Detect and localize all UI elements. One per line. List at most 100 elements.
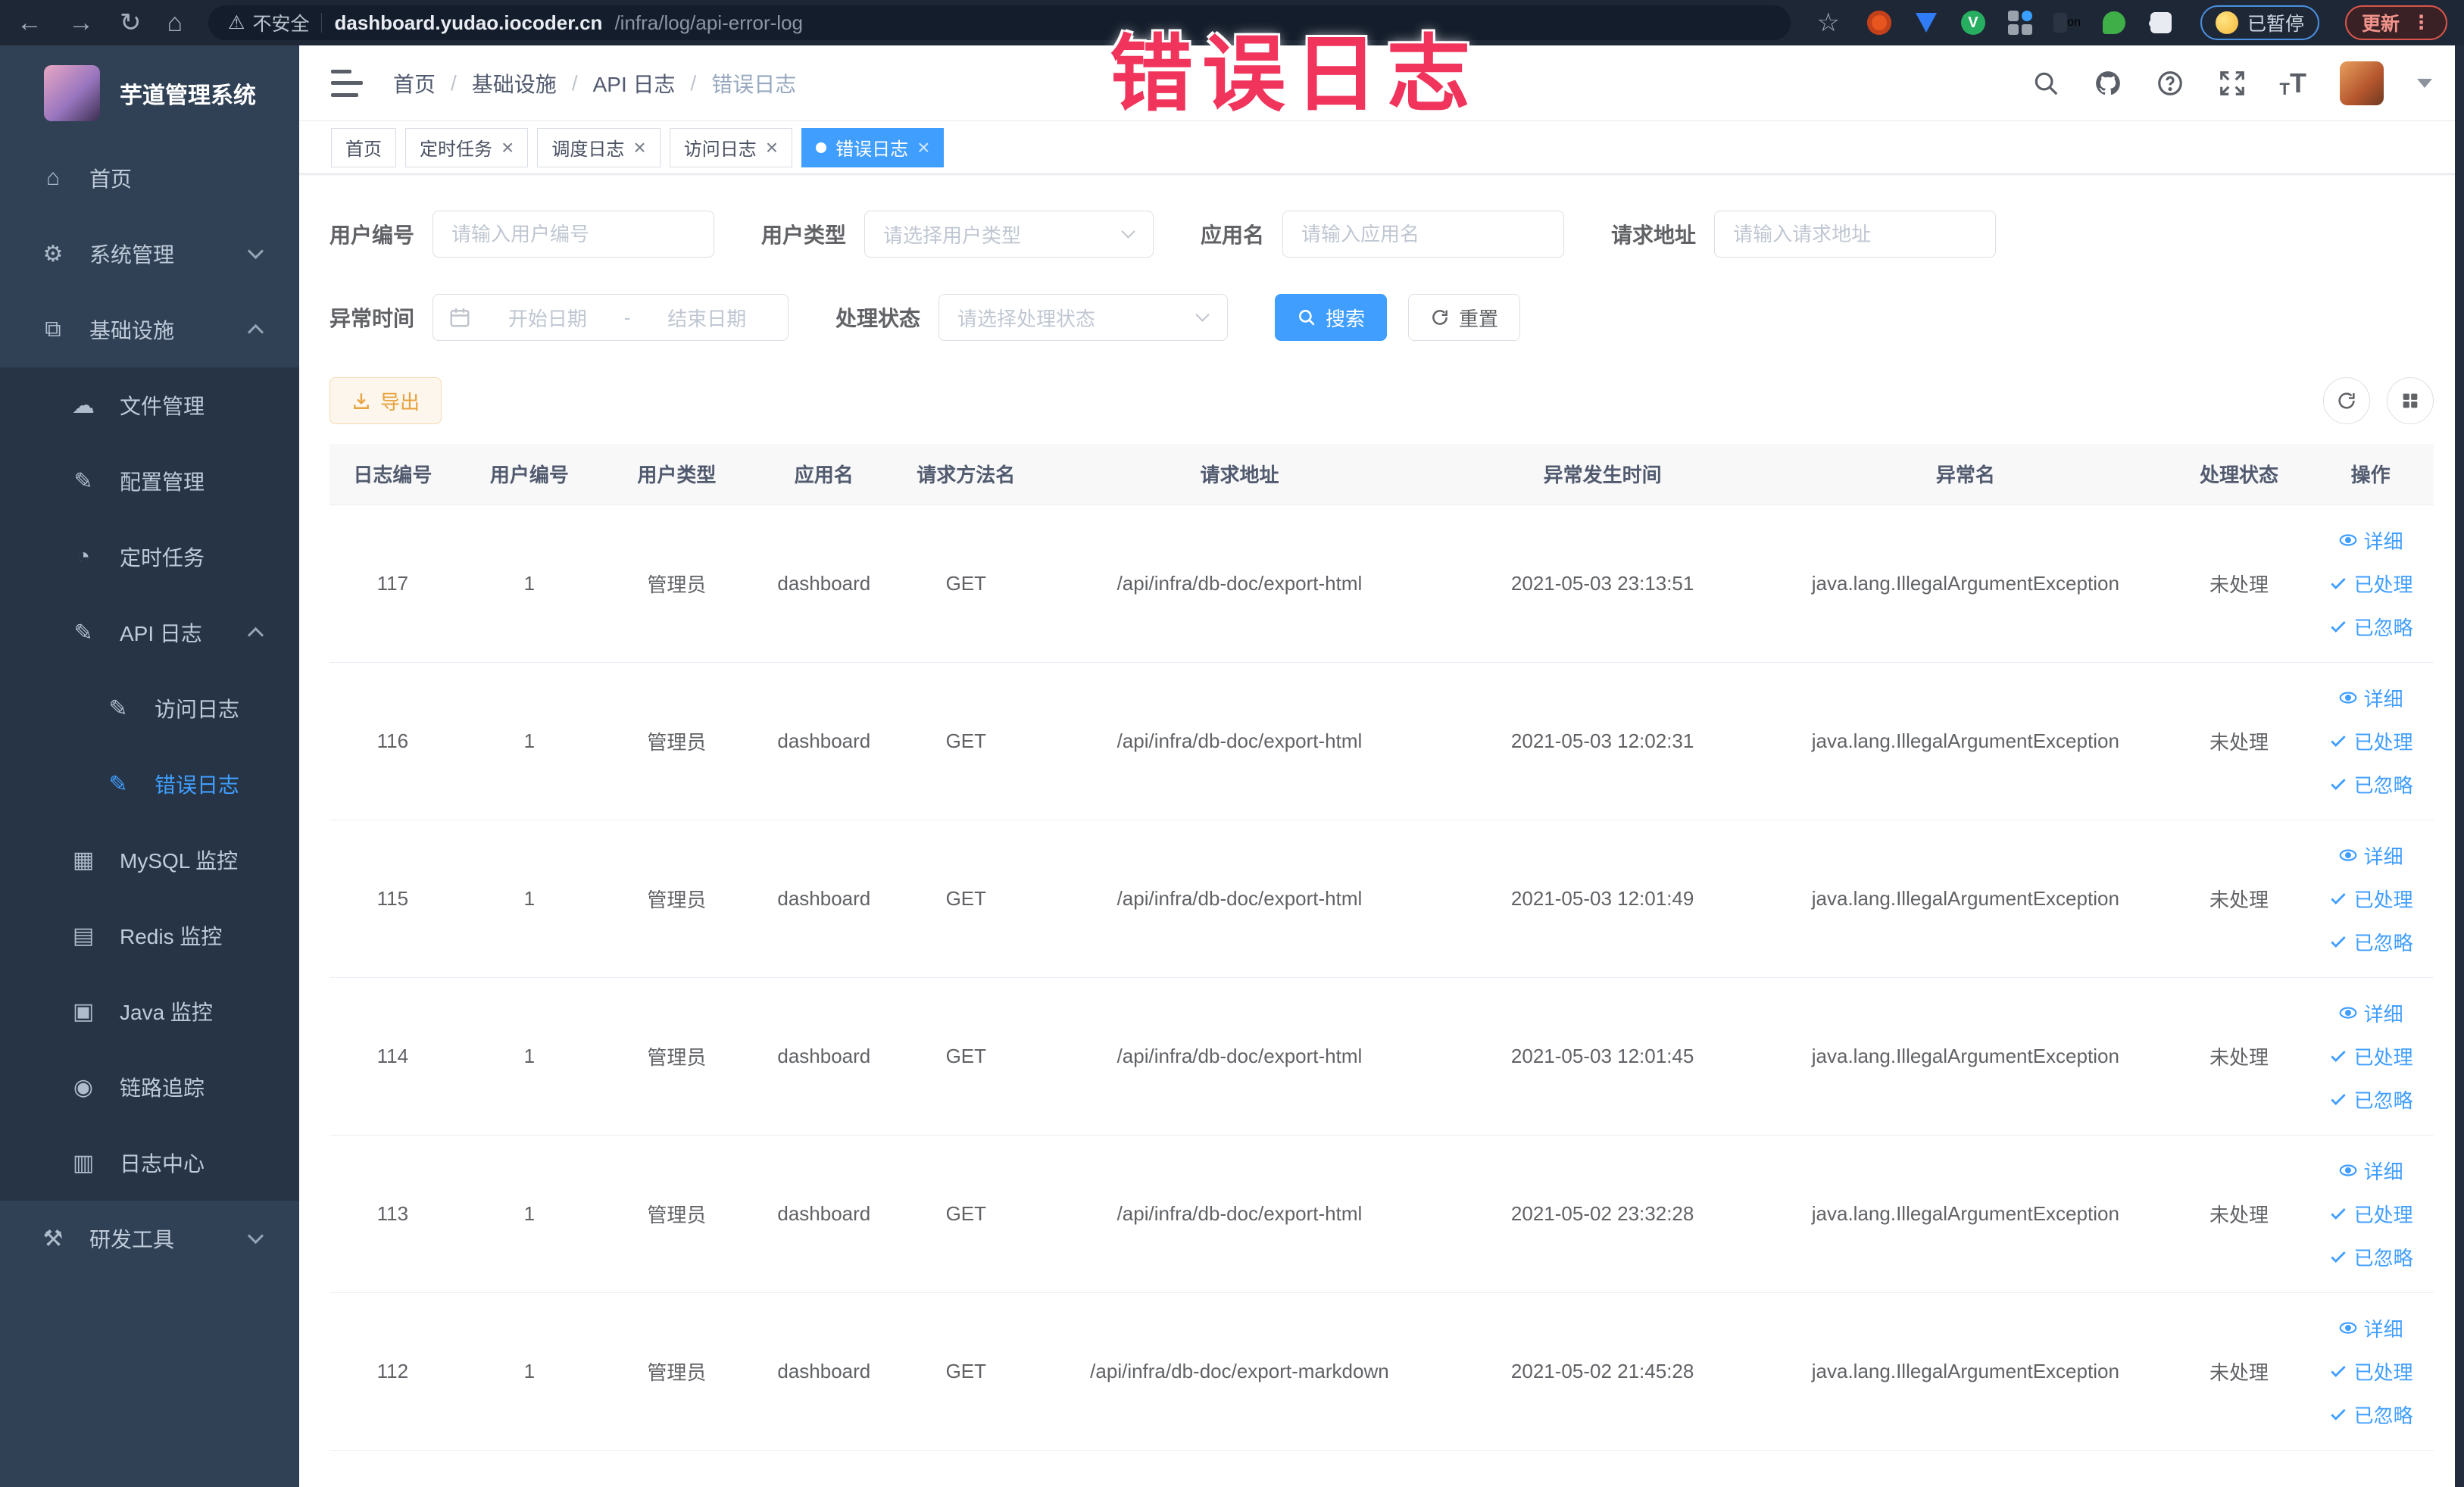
browser-update-button[interactable]: 更新 ⋮ [2344,5,2447,40]
cell-method: GET [898,1135,1035,1293]
sidebar-item-api-log[interactable]: ✎ API 日志 [0,595,299,670]
ignored-link[interactable]: 已忽略 [2328,770,2413,798]
breadcrumb-item[interactable]: 基础设施 [472,68,557,98]
app-name-input[interactable] [1282,211,1565,258]
cell-time: 2021-05-03 23:13:51 [1444,505,1760,663]
back-icon[interactable]: ← [17,10,42,36]
reload-icon[interactable]: ↻ [120,10,142,36]
sidebar-item-system-mgmt[interactable]: ⚙ 系统管理 [0,216,299,292]
ignored-link[interactable]: 已忽略 [2328,1401,2413,1429]
processed-link[interactable]: 已处理 [2328,1357,2413,1385]
table-row: 112 1 管理员 dashboard GET/api/infra/db-doc/exp… [329,1292,2434,1451]
avatar-caret-icon[interactable] [2417,78,2432,88]
app-logo[interactable]: 芋道管理系统 [0,45,299,140]
processed-link[interactable]: 已处理 [2328,885,2413,913]
sidebar-item-file-mgmt[interactable]: ☁ 文件管理 [0,367,299,443]
cell-user_id: 1 [455,977,604,1136]
tab-定时任务[interactable]: 定时任务 × [405,127,529,167]
extension-icon-blue[interactable] [1913,9,1940,36]
breadcrumb-item[interactable]: 首页 [393,68,436,98]
detail-link[interactable]: 详细 [2338,1314,2403,1342]
detail-link[interactable]: 详细 [2338,526,2403,555]
user-type-select[interactable]: 请选择用户类型 [864,211,1154,258]
filter-user-id: 用户编号 [329,211,715,258]
refresh-table-button[interactable] [2323,377,2370,424]
user-id-input[interactable] [433,211,715,258]
ignored-link[interactable]: 已忽略 [2328,928,2413,956]
sidebar-item-mysql-monitor[interactable]: ▦ MySQL 监控 [0,822,299,898]
search-button[interactable]: 搜索 [1275,294,1388,341]
chevron-down-icon [1195,308,1210,322]
extension-icon-orange[interactable] [1866,9,1893,36]
cell-id: 114 [329,977,456,1136]
end-date-placeholder[interactable]: 结束日期 [641,304,773,332]
processed-link[interactable]: 已处理 [2328,570,2413,598]
extension-icon-grid[interactable] [2006,9,2034,36]
sidebar-item-infrastructure[interactable]: ⧉ 基础设施 [0,292,299,367]
close-tab-icon[interactable]: × [633,136,645,158]
processed-link[interactable]: 已处理 [2328,1200,2413,1228]
address-bar[interactable]: ⚠ 不安全 dashboard.yudao.iocoder.cn /infra/… [208,5,1791,40]
close-tab-icon[interactable]: × [501,136,514,158]
detail-link[interactable]: 详细 [2338,684,2403,712]
cell-user_type: 管理员 [603,505,751,663]
breadcrumb-item[interactable]: API 日志 [593,68,676,98]
ignored-link[interactable]: 已忽略 [2328,613,2413,641]
tab-首页[interactable]: 首页 [331,127,396,167]
process-status-select[interactable]: 请选择处理状态 [938,294,1229,341]
kebab-menu-icon[interactable]: ⋮ [2412,11,2431,34]
processed-link[interactable]: 已处理 [2328,727,2413,755]
sidebar-item-access-log[interactable]: ✎ 访问日志 [0,670,299,746]
sidebar-item-home[interactable]: ⌂ 首页 [0,140,299,216]
sidebar-item-redis-monitor[interactable]: ▤ Redis 监控 [0,898,299,973]
cell-method: GET [898,820,1035,978]
browser-home-icon[interactable]: ⌂ [167,10,183,36]
ignored-link[interactable]: 已忽略 [2328,1086,2413,1114]
date-range-picker[interactable]: 开始日期 - 结束日期 [433,294,789,341]
export-button[interactable]: 导出 [329,377,442,424]
hamburger-icon[interactable] [331,69,363,97]
ignored-link[interactable]: 已忽略 [2328,1243,2413,1271]
start-date-placeholder[interactable]: 开始日期 [482,304,614,332]
column-header: 应用名 [750,444,898,505]
reset-button[interactable]: 重置 [1408,294,1521,341]
cell-app: dashboard [750,820,898,978]
extension-icon-on-badge[interactable]: on [2053,9,2081,36]
tab-访问日志[interactable]: 访问日志 × [669,127,793,167]
cell-exception: java.lang.IllegalArgumentException [1760,1292,2171,1451]
tools-icon: ⚒ [42,1226,64,1251]
sidebar-item-error-log[interactable]: ✎ 错误日志 [0,746,299,822]
detail-link[interactable]: 详细 [2338,999,2403,1027]
cell-user_id: 1 [455,505,604,663]
detail-link[interactable]: 详细 [2338,1157,2403,1185]
page-scrollbar[interactable] [2455,45,2464,1487]
tab-错误日志[interactable]: 错误日志 × [801,127,945,167]
cell-status: 未处理 [2170,662,2308,820]
font-size-icon[interactable]: TT [2280,67,2306,99]
sidebar-item-config-mgmt[interactable]: ✎ 配置管理 [0,443,299,519]
fullscreen-icon[interactable] [2218,69,2247,98]
processed-link[interactable]: 已处理 [2328,1042,2413,1070]
extensions-puzzle-icon[interactable] [2147,9,2175,36]
sidebar-item-dev-tools[interactable]: ⚒ 研发工具 [0,1201,299,1276]
close-tab-icon[interactable]: × [766,136,778,158]
search-icon[interactable] [2031,69,2060,98]
sidebar-item-scheduled-jobs[interactable]: ◔ 定时任务 [0,519,299,595]
sidebar-item-tracing[interactable]: ◉ 链路追踪 [0,1049,299,1125]
detail-link[interactable]: 详细 [2338,842,2403,870]
extension-icon-plant[interactable] [2100,9,2128,36]
security-status[interactable]: ⚠ 不安全 [228,9,309,36]
column-settings-button[interactable] [2387,377,2434,424]
extension-icon-green-v[interactable]: V [1960,9,1987,36]
close-tab-icon[interactable]: × [917,136,929,158]
browser-profile-button[interactable]: 已暂停 [2200,5,2319,40]
github-icon[interactable] [2094,69,2122,98]
request-url-input[interactable] [1714,211,1997,258]
user-avatar[interactable] [2340,61,2384,105]
help-icon[interactable] [2156,69,2184,98]
sidebar-item-java-monitor[interactable]: ▣ Java 监控 [0,973,299,1049]
sidebar-item-log-center[interactable]: ▥ 日志中心 [0,1125,299,1201]
bookmark-star-icon[interactable]: ☆ [1816,10,1839,36]
tab-调度日志[interactable]: 调度日志 × [537,127,661,167]
forward-icon[interactable]: → [68,10,94,36]
